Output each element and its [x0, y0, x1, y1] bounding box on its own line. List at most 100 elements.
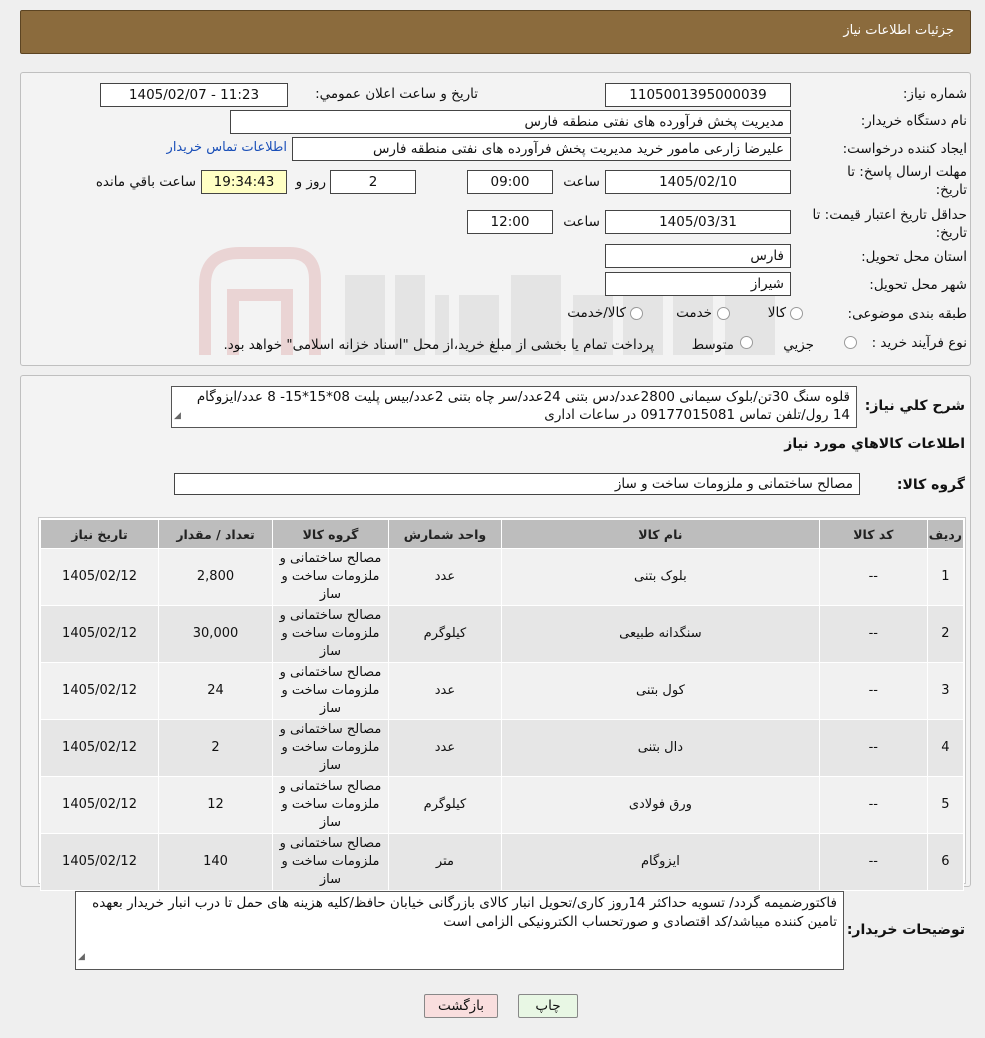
table-row: 4 -- دال بتنی عدد مصالح ساختمانی و ملزوم… — [39, 719, 965, 777]
process-option-medium: متوسط — [691, 337, 734, 353]
summary-textarea: قلوه سنگ 30تن/بلوک سیمانی 2800عدد/دس بتن… — [171, 386, 857, 428]
cell-item-name: کول بتنی — [500, 662, 820, 720]
col-item-group: گروه کالا — [272, 519, 389, 549]
process-label: نوع فرآيند خريد : — [871, 335, 967, 351]
city-field: شیراز — [605, 272, 791, 296]
resize-grip-icon[interactable]: ◢ — [174, 407, 181, 425]
cell-item-code: -- — [818, 548, 928, 606]
col-quantity: تعداد / مقدار — [158, 519, 273, 549]
cell-unit: متر — [387, 833, 502, 891]
page-title: جزئیات اطلاعات نیاز — [843, 23, 954, 38]
cell-quantity: 2 — [158, 719, 273, 777]
cell-row-number: 3 — [926, 662, 965, 720]
announce-datetime-field: 1405/02/07 - 11:23 — [100, 83, 288, 107]
cell-unit: عدد — [387, 548, 502, 606]
cell-item-group: مصالح ساختمانی و ملزومات ساخت و ساز — [272, 719, 389, 777]
process-note: پرداخت تمام یا بخشی از مبلغ خرید،از محل … — [223, 337, 654, 353]
items-table: رديف کد کالا نام کالا واحد شمارش گروه کا… — [39, 519, 965, 891]
cell-item-code: -- — [818, 719, 928, 777]
cell-item-name: دال بتنی — [500, 719, 820, 777]
cell-need-date: 1405/02/12 — [39, 719, 160, 777]
cell-item-group: مصالح ساختمانی و ملزومات ساخت و ساز — [272, 833, 389, 891]
table-row: 1 -- بلوک بتنی عدد مصالح ساختمانی و ملزو… — [39, 548, 965, 606]
table-header-row: رديف کد کالا نام کالا واحد شمارش گروه کا… — [39, 519, 965, 549]
deadline-time-label: ساعت — [563, 174, 600, 190]
category-radio-both[interactable] — [630, 307, 643, 320]
cell-unit: کیلوگرم — [387, 776, 502, 834]
category-radio-service[interactable] — [717, 307, 730, 320]
buyer-org-label: نام دستگاه خريدار: — [860, 113, 967, 129]
remaining-label: ساعت باقي مانده — [95, 174, 196, 190]
cell-quantity: 12 — [158, 776, 273, 834]
category-option-both: کالا/خدمت — [567, 305, 626, 321]
table-row: 6 -- ایزوگام متر مصالح ساختمانی و ملزوما… — [39, 833, 965, 891]
cell-row-number: 1 — [926, 548, 965, 606]
cell-item-group: مصالح ساختمانی و ملزومات ساخت و ساز — [272, 548, 389, 606]
cell-item-code: -- — [818, 776, 928, 834]
contact-info-link[interactable]: اطلاعات تماس خريدار — [155, 140, 287, 155]
cell-item-name: ورق فولادی — [500, 776, 820, 834]
col-row-number: رديف — [926, 519, 965, 549]
days-label: روز و — [295, 174, 326, 190]
print-button[interactable]: چاپ — [518, 994, 578, 1018]
resize-grip-icon[interactable]: ◢ — [78, 948, 85, 967]
buyer-org-field: مدیریت پخش فرآورده های نفتی منطقه فارس — [230, 110, 791, 134]
summary-text: قلوه سنگ 30تن/بلوک سیمانی 2800عدد/دس بتن… — [196, 389, 850, 423]
col-item-name: نام کالا — [500, 519, 820, 549]
validity-label-date: تاریخ: — [935, 225, 967, 241]
items-section-title: اطلاعات کالاهاي مورد نياز — [784, 436, 965, 452]
cell-item-group: مصالح ساختمانی و ملزومات ساخت و ساز — [272, 662, 389, 720]
cell-row-number: 2 — [926, 605, 965, 663]
days-field: 2 — [330, 170, 416, 194]
validity-time-label: ساعت — [563, 214, 600, 230]
notes-textarea: فاکتورضمیمه گردد/ تسویه حداکثر 14روز کار… — [75, 891, 844, 970]
category-radio-goods[interactable] — [790, 307, 803, 320]
process-option-partial: جزيي — [783, 337, 814, 353]
cell-quantity: 30,000 — [158, 605, 273, 663]
requester-field: علیرضا زارعی مامور خرید مدیریت پخش فرآور… — [292, 137, 791, 161]
category-option-goods: کالا — [767, 305, 786, 321]
cell-row-number: 5 — [926, 776, 965, 834]
cell-unit: عدد — [387, 662, 502, 720]
table-row: 2 -- سنگدانه طبیعی کیلوگرم مصالح ساختمان… — [39, 605, 965, 663]
cell-item-name: سنگدانه طبیعی — [500, 605, 820, 663]
category-label: طبقه بندی موضوعی: — [847, 306, 967, 322]
city-label: شهر محل تحويل: — [869, 277, 967, 293]
province-label: استان محل تحويل: — [861, 249, 967, 265]
cell-need-date: 1405/02/12 — [39, 605, 160, 663]
deadline-time-field: 09:00 — [467, 170, 553, 194]
validity-date-field: 1405/03/31 — [605, 210, 791, 234]
group-field: مصالح ساختمانی و ملزومات ساخت و ساز — [174, 473, 860, 495]
cell-need-date: 1405/02/12 — [39, 776, 160, 834]
cell-quantity: 24 — [158, 662, 273, 720]
validity-time-field: 12:00 — [467, 210, 553, 234]
back-button[interactable]: بازگشت — [424, 994, 498, 1018]
cell-item-group: مصالح ساختمانی و ملزومات ساخت و ساز — [272, 605, 389, 663]
notes-label: توضيحات خريدار: — [846, 922, 965, 938]
cell-need-date: 1405/02/12 — [39, 833, 160, 891]
need-number-label: شماره نیاز: — [902, 86, 967, 102]
col-need-date: تاريخ نياز — [39, 519, 160, 549]
cell-need-date: 1405/02/12 — [39, 548, 160, 606]
process-radio-partial[interactable] — [844, 336, 857, 349]
notes-text: فاکتورضمیمه گردد/ تسویه حداکثر 14روز کار… — [92, 895, 837, 930]
process-radio-medium[interactable] — [740, 336, 753, 349]
cell-unit: کیلوگرم — [387, 605, 502, 663]
page-header: جزئیات اطلاعات نیاز — [20, 10, 971, 54]
group-label: گروه کالا: — [896, 477, 965, 493]
cell-row-number: 6 — [926, 833, 965, 891]
cell-unit: عدد — [387, 719, 502, 777]
cell-need-date: 1405/02/12 — [39, 662, 160, 720]
deadline-date-field: 1405/02/10 — [605, 170, 791, 194]
cell-item-code: -- — [818, 662, 928, 720]
cell-item-name: ایزوگام — [500, 833, 820, 891]
need-number-field: 1105001395000039 — [605, 83, 791, 107]
cell-item-name: بلوک بتنی — [500, 548, 820, 606]
cell-quantity: 140 — [158, 833, 273, 891]
cell-item-code: -- — [818, 833, 928, 891]
announce-label: تاریخ و ساعت اعلان عمومي: — [315, 86, 478, 102]
validity-label: حداقل تاريخ اعتبار قيمت: تا — [812, 207, 967, 223]
col-item-code: کد کالا — [818, 519, 928, 549]
summary-label: شرح کلي نياز: — [864, 398, 965, 414]
table-row: 5 -- ورق فولادی کیلوگرم مصالح ساختمانی و… — [39, 776, 965, 834]
